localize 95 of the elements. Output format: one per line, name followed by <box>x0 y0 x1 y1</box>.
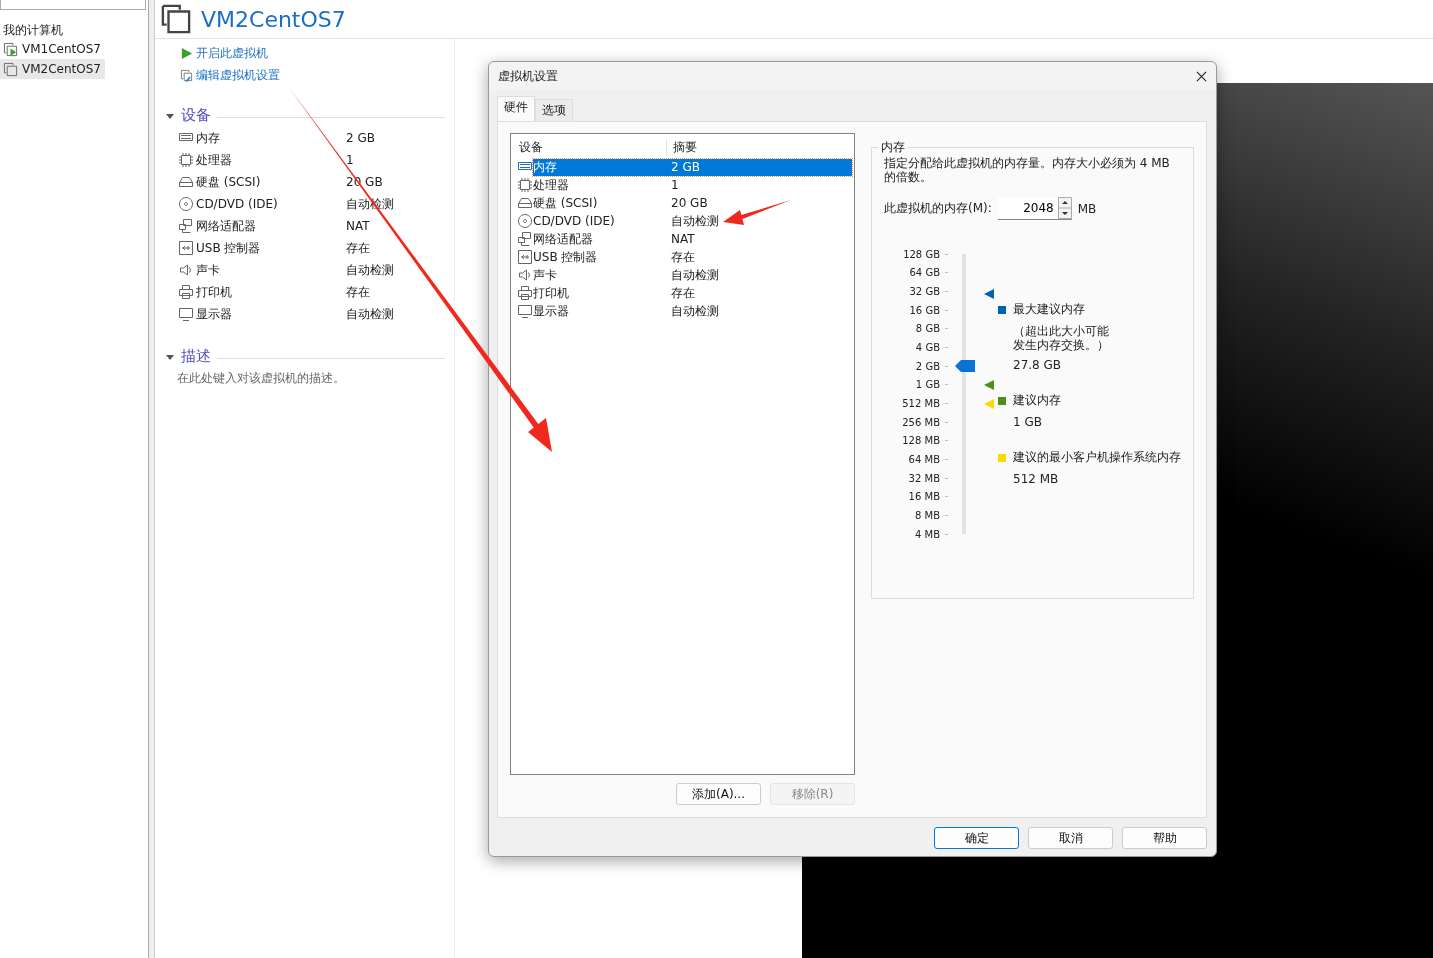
device-name: 声卡 <box>196 261 221 279</box>
display-icon <box>517 303 533 319</box>
search-field[interactable] <box>0 0 146 10</box>
usb-icon <box>517 249 533 265</box>
scale-label: 4 MB <box>914 528 940 540</box>
list-row[interactable]: USB 控制器 存在 <box>533 248 852 266</box>
dialog-button[interactable]: 确定 <box>934 827 1019 849</box>
list-row[interactable]: 处理器 1 <box>533 176 852 194</box>
legend-value: 512 MB <box>1012 472 1060 486</box>
settings-edit-icon <box>180 69 193 82</box>
close-icon[interactable] <box>1196 70 1207 82</box>
section-heading: 设备 <box>181 106 211 125</box>
memory-spin-field[interactable]: 2048 <box>997 197 1072 220</box>
network-icon <box>517 231 533 247</box>
vm-icon <box>161 4 191 34</box>
dialog-button[interactable]: 取消 <box>1028 827 1113 849</box>
device-name: CD/DVD (IDE) <box>196 197 279 211</box>
scale-label: 4 GB <box>915 342 940 354</box>
list-row[interactable]: 显示器 自动检测 <box>533 302 852 320</box>
scale-label: 128 GB <box>903 248 940 260</box>
scale-label: 256 MB <box>902 416 940 428</box>
scale-label: 8 MB <box>914 510 940 521</box>
annotation-arrow <box>723 200 791 225</box>
usb-icon <box>178 240 194 256</box>
legend-label: 建议的最小客户机操作系统内存 <box>1013 449 1181 466</box>
network-icon <box>178 218 194 234</box>
device-name: 内存 <box>196 129 221 147</box>
scale-label: 1 GB <box>915 379 940 391</box>
tab[interactable]: 硬件 <box>497 96 535 121</box>
cdrom-icon <box>178 196 194 212</box>
sound-icon <box>178 262 194 278</box>
sound-icon <box>517 267 533 283</box>
list-row[interactable]: 打印机 存在 <box>533 284 852 302</box>
scale-label: 32 GB <box>909 286 940 298</box>
scale-label: 64 MB <box>908 454 940 466</box>
device-name: 显示器 <box>196 305 233 323</box>
legend-label: 建议内存 <box>1013 392 1061 409</box>
column-header[interactable]: 摘要 <box>667 138 697 156</box>
action-link[interactable]: 编辑虚拟机设置 <box>196 67 280 84</box>
unit-label: MB <box>1077 201 1097 216</box>
field-label: 此虚拟机的内存(M): <box>884 200 992 217</box>
scale-label: 32 MB <box>908 472 940 484</box>
device-name: 处理器 <box>196 151 233 169</box>
list-row[interactable]: 网络适配器 NAT <box>533 230 852 248</box>
group-title: 内存 <box>880 139 906 156</box>
device-summary: 存在 <box>346 239 370 257</box>
device-summary: NAT <box>346 219 370 233</box>
memory-description: 指定分配给此虚拟机的内存量。内存大小必须为 4 MB 的倍数。 <box>884 156 1171 184</box>
printer-icon <box>517 285 533 301</box>
device-name: 硬盘 (SCSI) <box>196 173 262 191</box>
spin-arrows-icon[interactable] <box>1057 197 1072 219</box>
scale-label: 16 MB <box>908 491 940 503</box>
legend-value: 1 GB <box>1012 415 1043 429</box>
cdrom-icon <box>517 213 533 229</box>
vm-icon <box>3 41 18 57</box>
vm-list-item[interactable]: VM2CentOS7 <box>0 59 105 79</box>
scale-label: 128 MB <box>902 435 940 447</box>
scale-label: 64 GB <box>909 267 940 279</box>
cpu-icon <box>517 177 533 193</box>
scale-label: 2 GB <box>915 360 940 372</box>
play-icon <box>180 47 193 60</box>
device-name: 网络适配器 <box>196 217 257 235</box>
vm-title: VM2CentOS7 <box>201 6 346 32</box>
tab[interactable]: 选项 <box>535 99 573 121</box>
legend-label: 最大建议内存 <box>1013 301 1085 318</box>
vm-icon <box>3 61 18 77</box>
legend-note: （超出此大小可能发生内存交换。） <box>1012 324 1110 352</box>
list-row[interactable]: 声卡 自动检测 <box>533 266 852 284</box>
scale-label: 16 GB <box>909 304 940 316</box>
description-field[interactable]: 在此处键入对该虚拟机的描述。 <box>165 370 445 387</box>
device-summary: 自动检测 <box>346 305 394 323</box>
dialog-button[interactable]: 帮助 <box>1122 827 1207 849</box>
device-summary: 存在 <box>346 283 370 301</box>
legend-value: 27.8 GB <box>1012 358 1063 372</box>
device-summary: 2 GB <box>346 131 375 145</box>
device-name: 打印机 <box>196 283 233 301</box>
section-heading: 描述 <box>181 347 211 366</box>
column-header[interactable]: 设备 <box>513 138 667 156</box>
display-icon <box>178 306 194 322</box>
action-link[interactable]: 开启此虚拟机 <box>196 45 268 62</box>
scale-label: 512 MB <box>902 398 940 410</box>
device-summary: 1 <box>346 153 354 167</box>
cpu-icon <box>178 152 194 168</box>
list-row[interactable]: 内存 2 GB <box>533 158 852 176</box>
dialog-title: 虚拟机设置 <box>498 67 558 85</box>
vm-list-item[interactable]: VM1CentOS7 <box>0 39 105 59</box>
device-name: USB 控制器 <box>196 239 262 257</box>
list-row[interactable]: CD/DVD (IDE) 自动检测 <box>533 212 852 230</box>
device-summary: 自动检测 <box>346 261 394 279</box>
scale-label: 8 GB <box>915 323 940 335</box>
printer-icon <box>178 284 194 300</box>
add-button[interactable]: 添加(A)... <box>676 783 761 805</box>
tree-heading: 我的计算机 <box>3 22 64 39</box>
slider-thumb[interactable] <box>955 360 975 373</box>
list-row[interactable]: 硬盘 (SCSI) 20 GB <box>533 194 852 212</box>
